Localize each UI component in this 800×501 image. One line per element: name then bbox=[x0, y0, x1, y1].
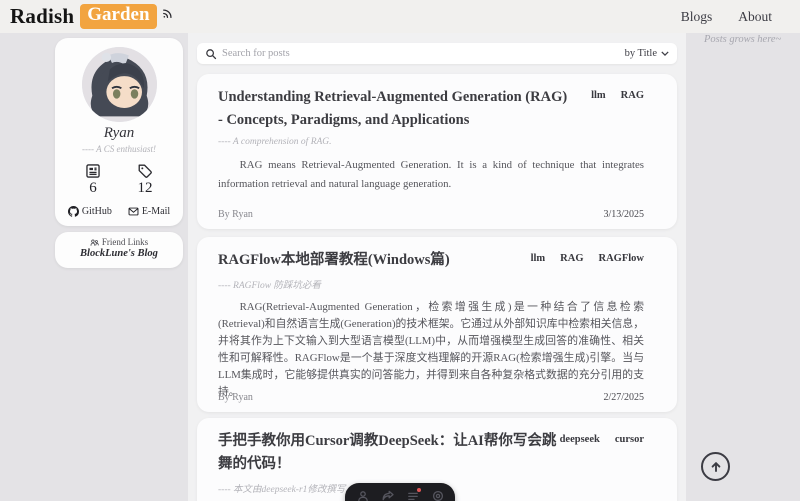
notification-icon[interactable] bbox=[407, 490, 419, 501]
post-card[interactable]: Understanding Retrieval-Augmented Genera… bbox=[197, 74, 677, 229]
tag[interactable]: RAGFlow bbox=[599, 253, 645, 264]
notification-dot bbox=[417, 488, 421, 492]
profile-links: GitHub E-Mail bbox=[55, 206, 183, 217]
profile-name: Ryan bbox=[55, 125, 183, 142]
email-label: E-Mail bbox=[142, 206, 170, 217]
nav-link-blogs[interactable]: Blogs bbox=[681, 9, 713, 25]
post-date: 2/27/2025 bbox=[603, 392, 644, 403]
logo-text-radish: Radish bbox=[10, 4, 74, 29]
post-card[interactable]: RAGFlow本地部署教程(Windows篇) llm RAG RAGFlow … bbox=[197, 237, 677, 412]
posts-icon bbox=[85, 163, 101, 179]
github-label: GitHub bbox=[82, 206, 112, 217]
friend-link-blocklune[interactable]: BlockLune's Blog bbox=[55, 248, 183, 259]
github-link[interactable]: GitHub bbox=[68, 206, 112, 217]
search-input[interactable] bbox=[222, 48, 625, 59]
site-header: Radish Garden Blogs About bbox=[0, 0, 800, 33]
sort-label: by Title bbox=[625, 48, 657, 59]
post-tags: llm RAG RAGFlow bbox=[531, 253, 644, 264]
stat-tags: 12 bbox=[137, 163, 153, 197]
chevron-down-icon bbox=[661, 51, 669, 56]
header-nav: Blogs About bbox=[681, 9, 772, 25]
post-footer: By Ryan 2/27/2025 bbox=[218, 392, 644, 403]
friend-links-header: Friend Links bbox=[55, 237, 183, 247]
avatar bbox=[82, 47, 157, 122]
email-icon bbox=[128, 206, 139, 217]
friend-links-title: Friend Links bbox=[102, 237, 148, 247]
tag[interactable]: RAG bbox=[621, 90, 644, 101]
arrow-up-icon bbox=[709, 460, 723, 474]
post-subtitle: ---- A comprehension of RAG. bbox=[218, 137, 644, 147]
search-icon bbox=[205, 48, 217, 60]
settings-icon[interactable] bbox=[432, 490, 444, 501]
tag[interactable]: deepseek bbox=[560, 434, 600, 445]
logo-badge-garden: Garden bbox=[80, 4, 156, 29]
page: Radish Garden Blogs About bbox=[0, 0, 800, 501]
profile-stats: 6 12 bbox=[55, 163, 183, 197]
profile-tagline: ---- A CS enthusiast! bbox=[55, 144, 183, 154]
tags-count: 12 bbox=[138, 180, 153, 197]
post-title[interactable]: Understanding Retrieval-Augmented Genera… bbox=[218, 86, 568, 132]
search-bar: by Title bbox=[197, 43, 677, 64]
post-title[interactable]: RAGFlow本地部署教程(Windows篇) bbox=[218, 249, 568, 272]
post-footer: By Ryan 3/13/2025 bbox=[218, 209, 644, 220]
tag[interactable]: llm bbox=[591, 90, 606, 101]
tag[interactable]: RAG bbox=[560, 253, 583, 264]
floating-dock bbox=[345, 483, 455, 501]
post-author: By Ryan bbox=[218, 392, 253, 403]
post-title[interactable]: 手把手教你用Cursor调教DeepSeek：让AI帮你写会跳舞的代码！ bbox=[218, 430, 568, 476]
post-tags: llm RAG bbox=[591, 90, 644, 101]
share-icon[interactable] bbox=[382, 490, 394, 501]
sort-dropdown[interactable]: by Title bbox=[625, 48, 669, 59]
post-author: By Ryan bbox=[218, 209, 253, 220]
profile-card: Ryan ---- A CS enthusiast! 6 bbox=[55, 38, 183, 226]
posts-count: 6 bbox=[89, 180, 97, 197]
post-excerpt: RAG(Retrieval-Augmented Generation，检索增强生… bbox=[218, 299, 644, 401]
stat-posts: 6 bbox=[85, 163, 101, 197]
post-tags: deepseek cursor bbox=[560, 434, 644, 445]
aside-note: Posts grows here~ bbox=[704, 34, 781, 45]
tag[interactable]: cursor bbox=[615, 434, 644, 445]
friends-icon bbox=[90, 238, 99, 247]
email-link[interactable]: E-Mail bbox=[128, 206, 170, 217]
tags-icon bbox=[137, 163, 153, 179]
nav-link-about[interactable]: About bbox=[738, 9, 772, 25]
site-logo[interactable]: Radish Garden bbox=[10, 4, 173, 29]
post-subtitle: ---- RAGFlow 防踩坑必看 bbox=[218, 277, 644, 291]
rss-icon[interactable] bbox=[162, 7, 173, 18]
scroll-top-button[interactable] bbox=[701, 452, 730, 481]
friend-links-card: Friend Links BlockLune's Blog bbox=[55, 232, 183, 268]
post-excerpt: RAG means Retrieval-Augmented Generation… bbox=[218, 156, 644, 194]
post-date: 3/13/2025 bbox=[603, 209, 644, 220]
github-icon bbox=[68, 206, 79, 217]
tag[interactable]: llm bbox=[531, 253, 546, 264]
person-icon[interactable] bbox=[357, 490, 369, 501]
